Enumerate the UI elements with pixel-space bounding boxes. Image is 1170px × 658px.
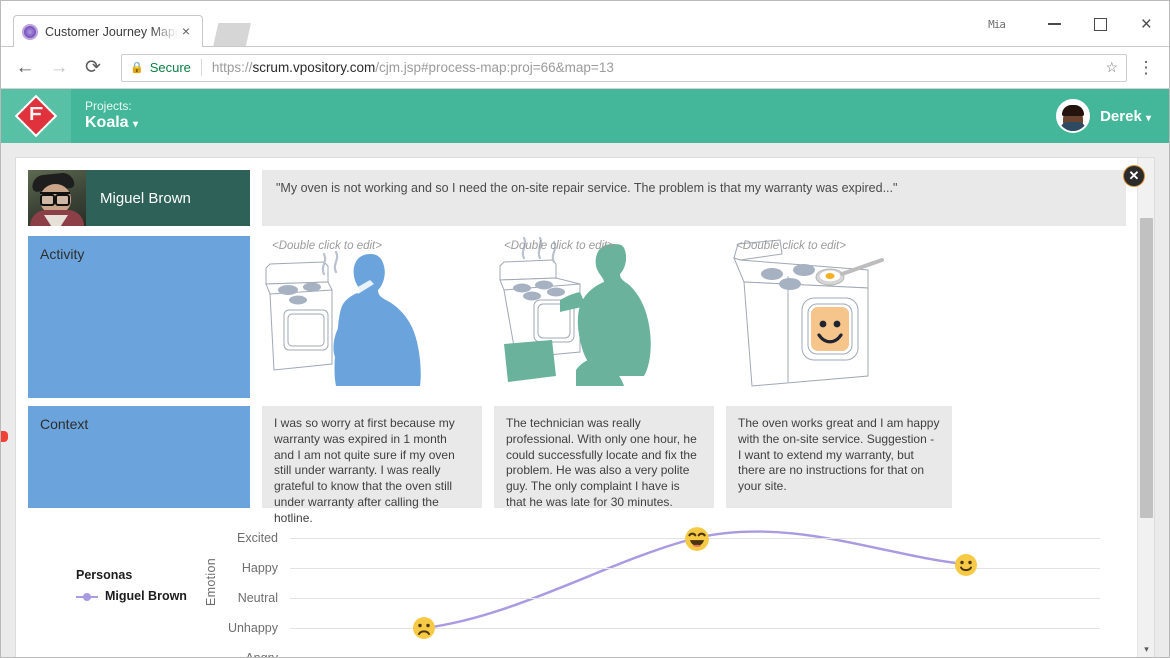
app-logo[interactable] — [1, 89, 71, 143]
edit-hint: <Double click to edit> — [736, 240, 846, 252]
y-tick-neutral: Neutral — [237, 591, 278, 605]
persona-card[interactable]: Miguel Brown — [28, 170, 250, 226]
journey-grid: Miguel Brown "My oven is not working and… — [16, 158, 1126, 658]
window-minimize-button[interactable] — [1031, 1, 1077, 47]
vertical-scrollbar[interactable]: ▾ — [1137, 158, 1154, 657]
chevron-down-icon: ▾ — [133, 118, 139, 130]
project-selector[interactable]: Projects: Koala ▾ — [85, 98, 138, 132]
chart-plot-area — [290, 520, 1100, 657]
gridline — [290, 598, 1100, 599]
page-body: ✕ ▾ Miguel Brown "My oven is not working — [1, 143, 1169, 658]
edit-hint: <Double click to edit> — [504, 240, 614, 252]
back-icon[interactable]: ← — [11, 54, 39, 82]
scrollbar-thumb[interactable] — [1140, 218, 1153, 518]
left-edge-marker — [1, 431, 8, 442]
window-close-button[interactable]: × — [1123, 1, 1169, 47]
person-at-stove-blue-icon — [265, 250, 421, 386]
browser-tab[interactable]: Customer Journey Mapp × — [13, 15, 203, 47]
bookmark-star-icon[interactable]: ☆ — [1105, 59, 1118, 76]
app-header: Projects: Koala ▾ Derek ▾ — [1, 89, 1169, 143]
emotion-point-3[interactable] — [954, 553, 978, 577]
persona-name: Miguel Brown — [100, 189, 191, 207]
user-menu[interactable]: Derek ▾ — [1056, 89, 1151, 143]
address-bar[interactable]: 🔒 Secure https://scrum.vpository.com/cjm… — [121, 53, 1127, 82]
project-name[interactable]: Koala ▾ — [85, 114, 138, 132]
close-icon[interactable]: ✕ — [1124, 166, 1144, 186]
y-tick-angry: Angry — [245, 651, 278, 658]
gridline — [290, 568, 1100, 569]
window-maximize-button[interactable] — [1077, 1, 1123, 47]
context-row: Context I was so worry at first because … — [28, 406, 1126, 525]
activity-cell-1[interactable]: <Double click to edit> — [262, 236, 482, 398]
new-tab-button[interactable] — [213, 23, 251, 47]
y-tick-excited: Excited — [237, 531, 278, 545]
persona-row: Miguel Brown "My oven is not working and… — [28, 170, 1126, 226]
persona-photo — [28, 170, 86, 226]
url-text: https://scrum.vpository.com/cjm.jsp#proc… — [211, 60, 614, 75]
tab-strip: Customer Journey Mapp × Mia × — [1, 1, 1169, 47]
secure-label: Secure — [149, 60, 191, 75]
omnibox-divider — [200, 59, 202, 76]
browser-window: Customer Journey Mapp × Mia × ← → ⟳ 🔒 Se… — [0, 0, 1170, 658]
scroll-down-icon[interactable]: ▾ — [1138, 641, 1154, 657]
projects-label: Projects: — [85, 98, 132, 113]
activity-row: Activity <Double click to edit> <Double … — [28, 236, 1126, 398]
lock-icon: 🔒 — [130, 62, 144, 74]
tab-title: Customer Journey Mapp — [45, 24, 178, 39]
lane-label-context[interactable]: Context — [28, 406, 250, 508]
activity-cell-3[interactable]: <Double click to edit> — [726, 236, 952, 398]
context-cell-2[interactable]: The technician was really professional. … — [494, 406, 714, 509]
emotion-point-2[interactable] — [684, 526, 709, 551]
user-name[interactable]: Derek ▾ — [1100, 108, 1151, 125]
avatar — [1056, 99, 1091, 133]
reload-icon[interactable]: ⟳ — [79, 54, 107, 82]
forward-icon: → — [49, 56, 69, 78]
browser-menu-icon[interactable]: ⋮ — [1133, 54, 1159, 82]
y-tick-happy: Happy — [241, 561, 278, 575]
context-cell-3[interactable]: The oven works great and I am happy with… — [726, 406, 952, 508]
y-axis-ticks: Excited Happy Neutral Unhappy Angry — [168, 520, 278, 658]
edit-hint: <Double click to edit> — [272, 240, 382, 252]
persona-quote[interactable]: "My oven is not working and so I need th… — [262, 170, 1126, 226]
window-controls: Mia × — [988, 1, 1169, 47]
chevron-down-icon: ▾ — [1145, 112, 1151, 124]
technician-repairing-oven-green-icon — [499, 236, 651, 386]
emotion-chart: Personas Miguel Brown Emotion Excited Ha… — [28, 520, 1118, 658]
journey-map-canvas: ✕ ▾ Miguel Brown "My oven is not working — [15, 157, 1155, 658]
emotion-point-1[interactable] — [412, 616, 436, 640]
tab-close-icon[interactable]: × — [178, 24, 194, 40]
vpository-diamond-icon — [17, 97, 55, 135]
happy-oven-with-fried-egg-icon — [733, 239, 884, 387]
activity-cell-2[interactable]: <Double click to edit> — [494, 236, 714, 398]
browser-toolbar: ← → ⟳ 🔒 Secure https://scrum.vpository.c… — [1, 47, 1169, 89]
window-badge: Mia — [988, 17, 1006, 31]
lane-label-activity[interactable]: Activity — [28, 236, 250, 398]
context-cell-1[interactable]: I was so worry at first because my warra… — [262, 406, 482, 525]
globe-icon — [22, 23, 38, 40]
y-tick-unhappy: Unhappy — [227, 621, 278, 635]
legend-marker-icon — [76, 591, 98, 602]
